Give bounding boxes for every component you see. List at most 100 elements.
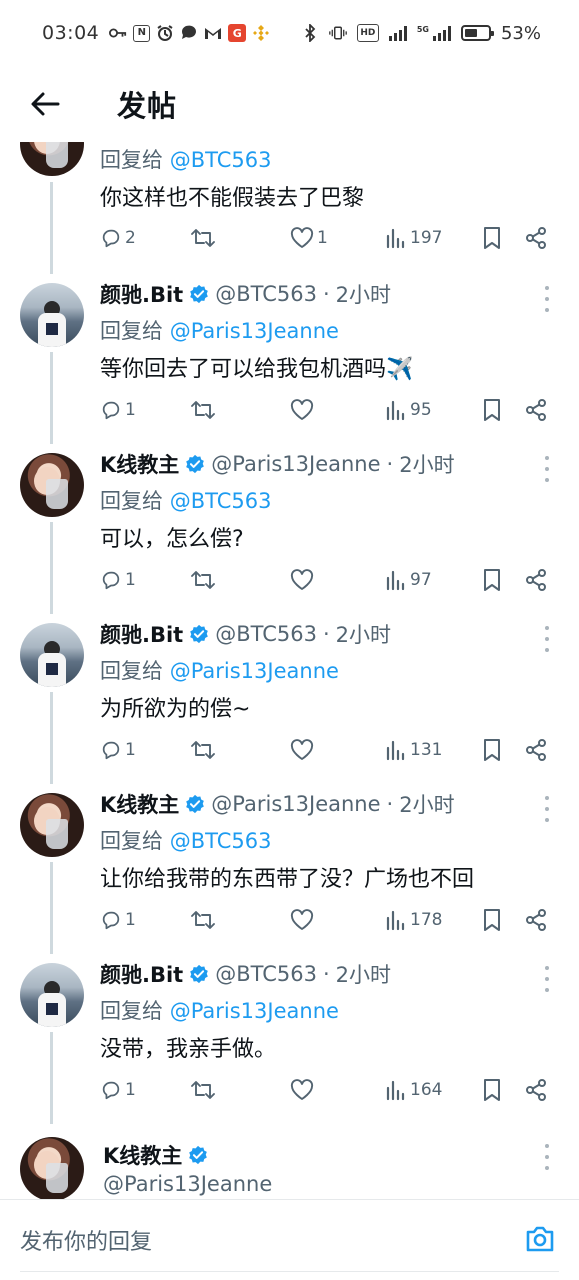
author-name[interactable]: K线教主 [103, 1140, 182, 1170]
camera-button[interactable] [523, 1222, 557, 1256]
back-button[interactable] [15, 74, 75, 134]
share-button[interactable] [524, 223, 548, 253]
mention-link[interactable]: @Paris13Jeanne [170, 659, 339, 683]
reply-icon [100, 1079, 122, 1101]
status-time: 03:04 [42, 22, 100, 44]
avatar[interactable] [20, 793, 84, 857]
bookmark-icon [482, 908, 502, 932]
separator-dot: · [386, 792, 394, 816]
5g-signal-icon: 5G [417, 25, 451, 41]
mention-link[interactable]: @Paris13Jeanne [170, 999, 339, 1023]
more-options-icon[interactable] [537, 796, 557, 822]
separator-dot: · [322, 962, 330, 986]
retweet-button[interactable] [190, 223, 216, 253]
avatar[interactable] [20, 453, 84, 517]
camera-icon [526, 1226, 554, 1252]
share-button[interactable] [524, 565, 548, 595]
share-button[interactable] [524, 735, 548, 765]
views-button[interactable]: 131 [385, 735, 442, 765]
tweet[interactable]: K线教主 @Paris13Jeanne · 2小时 回复给 @BTC563 可以… [0, 444, 579, 614]
more-options-icon[interactable] [537, 286, 557, 312]
bookmark-button[interactable] [482, 395, 502, 425]
author-handle[interactable]: @BTC563 [215, 962, 317, 986]
tweet[interactable]: K线教主 @Paris13Jeanne · 2小时 回复给 @BTC563 让你… [0, 784, 579, 954]
tweet[interactable]: 颜驰.Bit @BTC563 · 2小时 回复给 @Paris13Jeanne … [0, 614, 579, 784]
battery-percent: 53% [500, 22, 541, 44]
author-name[interactable]: 颜驰.Bit [100, 619, 183, 649]
more-options-icon[interactable] [537, 966, 557, 992]
mention-link[interactable]: @Paris13Jeanne [170, 319, 339, 343]
tweet-text: 等你回去了可以给我包机酒吗✈️ [100, 357, 414, 382]
author-name[interactable]: 颜驰.Bit [100, 959, 183, 989]
like-button[interactable] [290, 735, 317, 765]
author-name[interactable]: K线教主 [100, 789, 179, 819]
share-button[interactable] [524, 395, 548, 425]
tweet[interactable]: 颜驰.Bit @BTC563 · 2小时 回复给 @Paris13Jeanne … [0, 274, 579, 444]
views-count: 97 [410, 570, 432, 590]
more-options-icon[interactable] [537, 456, 557, 482]
like-button[interactable] [290, 395, 317, 425]
reply-button[interactable]: 1 [100, 395, 136, 425]
reply-input[interactable]: 发布你的回复 [20, 1224, 152, 1256]
bookmark-button[interactable] [482, 565, 502, 595]
more-options-icon[interactable] [537, 626, 557, 652]
author-name[interactable]: K线教主 [100, 449, 179, 479]
retweet-button[interactable] [190, 905, 216, 935]
views-button[interactable]: 97 [385, 565, 432, 595]
mention-link[interactable]: @BTC563 [170, 489, 272, 513]
retweet-button[interactable] [190, 565, 216, 595]
author-handle[interactable]: @BTC563 [215, 282, 317, 306]
author-name[interactable]: 颜驰.Bit [100, 279, 183, 309]
retweet-button[interactable] [190, 1075, 216, 1105]
views-button[interactable]: 95 [385, 395, 432, 425]
author-handle[interactable]: @Paris13Jeanne [211, 452, 380, 476]
reply-to-label: 回复给 [100, 659, 163, 683]
mention-link[interactable]: @BTC563 [170, 829, 272, 853]
thread[interactable]: 回复给 @BTC563 你这样也不能假装去了巴黎 2 1 197 颜驰.Bit @B… [0, 142, 579, 1199]
reply-count: 1 [125, 570, 136, 590]
like-button[interactable] [290, 905, 317, 935]
mention-link[interactable]: @BTC563 [170, 148, 272, 172]
views-chart-icon [385, 399, 407, 421]
bookmark-button[interactable] [482, 223, 502, 253]
reply-icon [100, 569, 122, 591]
share-icon [524, 226, 548, 250]
like-button[interactable] [290, 1075, 317, 1105]
views-button[interactable]: 197 [385, 223, 442, 253]
reply-button[interactable]: 2 [100, 223, 136, 253]
bookmark-button[interactable] [482, 1075, 502, 1105]
avatar[interactable] [20, 142, 84, 176]
views-button[interactable]: 178 [385, 905, 442, 935]
more-options-icon[interactable] [537, 1144, 557, 1170]
tweet[interactable]: 回复给 @BTC563 你这样也不能假装去了巴黎 2 1 197 [0, 142, 579, 274]
avatar[interactable] [20, 963, 84, 1027]
reply-to-line: 回复给 @Paris13Jeanne [100, 995, 339, 1025]
views-chart-icon [385, 909, 407, 931]
reply-button[interactable]: 1 [100, 735, 136, 765]
avatar[interactable] [20, 623, 84, 687]
avatar[interactable] [20, 283, 84, 347]
reply-to-label: 回复给 [100, 148, 163, 172]
author-handle[interactable]: @BTC563 [215, 622, 317, 646]
bookmark-button[interactable] [482, 905, 502, 935]
bookmark-button[interactable] [482, 735, 502, 765]
views-button[interactable]: 164 [385, 1075, 442, 1105]
author-handle[interactable]: @Paris13Jeanne [211, 792, 380, 816]
like-button[interactable]: 1 [290, 223, 328, 253]
reply-button[interactable]: 1 [100, 565, 136, 595]
share-button[interactable] [524, 905, 548, 935]
retweet-button[interactable] [190, 395, 216, 425]
like-button[interactable] [290, 565, 317, 595]
author-handle[interactable]: @Paris13Jeanne [103, 1172, 272, 1196]
main-tweet[interactable]: K线教主 @Paris13Jeanne [0, 1132, 579, 1199]
avatar[interactable] [20, 1137, 84, 1199]
retweet-icon [190, 227, 216, 249]
share-button[interactable] [524, 1075, 548, 1105]
tweet-header: 颜驰.Bit @BTC563 · 2小时 [100, 279, 391, 309]
reply-button[interactable]: 1 [100, 905, 136, 935]
heart-icon [290, 227, 314, 249]
reply-button[interactable]: 1 [100, 1075, 136, 1105]
tweet[interactable]: 颜驰.Bit @BTC563 · 2小时 回复给 @Paris13Jeanne … [0, 954, 579, 1124]
retweet-button[interactable] [190, 735, 216, 765]
heart-icon [290, 1079, 314, 1101]
